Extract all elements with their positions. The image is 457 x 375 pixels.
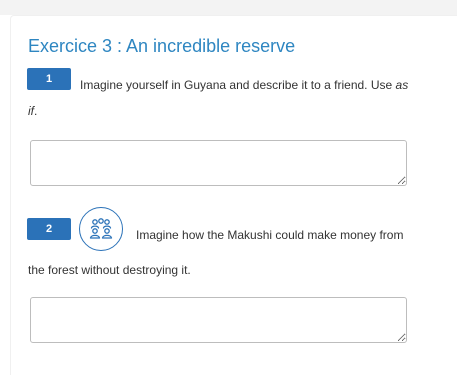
exercise-title: Exercice 3 : An incredible reserve [28,36,296,56]
group-work-icon [79,207,123,251]
question-2-text-line-2: the forest without destroying it. [28,263,191,277]
answer-field-1[interactable] [30,140,407,186]
question-1-text-line-2: if. [28,104,37,118]
question-1-emphasis-as: as [395,78,409,92]
page-top-strip [0,0,457,15]
question-1-text-line-1: Imagine yourself in Guyana and describe … [80,78,408,92]
question-number-badge-1: 1 [27,68,71,90]
question-2-text-line-1: Imagine how the Makushi could make money… [136,228,404,242]
question-1-text: Imagine yourself in Guyana and describe … [80,78,396,92]
question-1-text-end: . [34,104,38,118]
question-number-badge-2: 2 [27,218,71,240]
answer-field-2[interactable] [30,297,407,343]
